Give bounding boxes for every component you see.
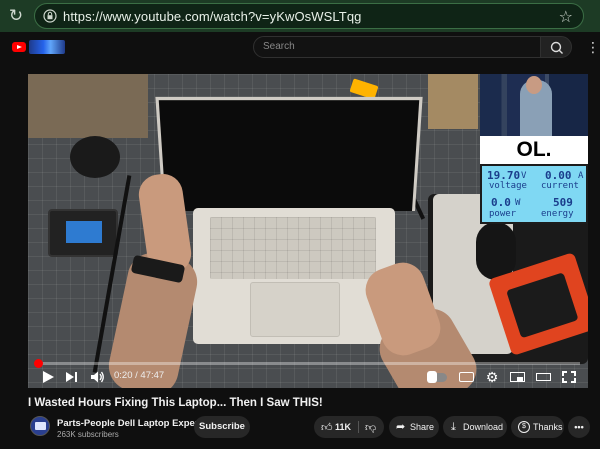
thanks-button[interactable]: $ Thanks	[511, 416, 564, 438]
subscriber-count: 263K subscribers	[57, 430, 119, 439]
download-button[interactable]: ⤓ Download	[443, 416, 507, 438]
thumbs-up-icon: 👍︎	[321, 422, 333, 434]
video-scene-meter	[48, 209, 118, 257]
youtube-header: Search ⋮	[0, 32, 600, 62]
lcd-voltage-unit: V	[521, 171, 527, 181]
search-icon[interactable]	[541, 37, 573, 59]
download-label: Download	[463, 422, 504, 432]
video-scene-keyboard	[210, 217, 376, 279]
progress-scrubber-handle[interactable]	[34, 359, 43, 368]
thanks-label: Thanks	[533, 422, 563, 432]
search-placeholder[interactable]: Search	[263, 41, 295, 52]
lcd-current-label: current	[541, 181, 579, 191]
search-input[interactable]: Search	[253, 36, 541, 58]
share-button[interactable]: ➦ Share	[389, 416, 439, 438]
miniplayer-button[interactable]	[509, 368, 527, 386]
next-button[interactable]	[64, 368, 80, 386]
video-scene-ball	[70, 136, 120, 178]
lcd-power-value: 0.0	[491, 196, 511, 209]
lock-icon[interactable]	[43, 9, 57, 23]
play-button[interactable]	[40, 368, 56, 386]
channel-name[interactable]: Parts-People Dell Laptop Experts	[57, 418, 207, 429]
like-dislike-group: 👍︎ 11K 👎︎	[314, 416, 384, 438]
youtube-logo-icon[interactable]	[12, 42, 26, 52]
menu-kebab-icon[interactable]: ⋮	[586, 38, 600, 56]
search-button[interactable]	[540, 36, 572, 58]
captions-icon	[459, 372, 474, 382]
video-scene-box	[428, 74, 478, 129]
star-icon[interactable]: ☆	[559, 7, 573, 27]
url-text[interactable]: https://www.youtube.com/watch?v=yKwOsWSL…	[63, 9, 361, 24]
subscribe-button[interactable]: Subscribe	[194, 416, 250, 438]
share-icon: ➦	[396, 421, 406, 433]
thanks-icon: $	[518, 421, 530, 433]
usb-meter-display: 19.70 V 0.00 A voltage current 0.0 W 509…	[480, 164, 588, 224]
thumbs-down-icon[interactable]: 👎︎	[365, 417, 376, 439]
gear-icon: ⚙	[485, 369, 499, 385]
video-scene-mouse	[476, 222, 516, 280]
volume-icon	[91, 371, 104, 383]
video-title: I Wasted Hours Fixing This Laptop... The…	[28, 397, 323, 409]
next-icon	[66, 372, 74, 382]
address-bar[interactable]: https://www.youtube.com/watch?v=yKwOsWSL…	[34, 3, 584, 29]
video-scene-laptop-screen	[155, 96, 423, 211]
browser-toolbar: ↻ https://www.youtube.com/watch?v=yKwOsW…	[0, 0, 600, 32]
fullscreen-button[interactable]	[561, 368, 577, 386]
theater-icon	[536, 373, 551, 381]
autoplay-toggle[interactable]	[427, 368, 449, 386]
lcd-power-label: power	[489, 209, 517, 219]
video-scene-shelf	[28, 74, 148, 138]
theater-button[interactable]	[535, 368, 553, 386]
reload-icon[interactable]: ↻	[6, 6, 26, 26]
channel-avatar[interactable]	[30, 416, 50, 436]
share-label: Share	[410, 422, 435, 432]
progress-bar[interactable]	[36, 362, 580, 365]
settings-button[interactable]: ⚙	[484, 368, 500, 386]
lcd-energy-value: 509	[553, 196, 573, 209]
video-pip-presenter	[480, 74, 588, 136]
more-actions-button[interactable]: •••	[568, 416, 590, 438]
youtube-doodle[interactable]	[29, 40, 65, 54]
download-icon: ⤓	[451, 421, 456, 433]
lcd-current-unit: A	[578, 171, 584, 181]
volume-button[interactable]	[89, 368, 105, 386]
lcd-energy-label: energy	[541, 209, 574, 219]
like-count: 11K	[335, 422, 352, 432]
video-scene-touchpad	[250, 282, 340, 337]
play-icon	[43, 371, 54, 383]
time-display: 0:20 / 47:47	[114, 370, 165, 381]
lcd-voltage-label: voltage	[489, 181, 527, 191]
video-player[interactable]: OL. 19.70 V 0.00 A voltage current 0.0 W…	[28, 74, 588, 388]
lcd-power-unit: W	[515, 198, 521, 208]
overlay-ol-text: OL.	[516, 138, 552, 161]
overlay-ol-box: OL.	[480, 136, 588, 164]
like-button[interactable]: 👍︎ 11K	[314, 416, 358, 438]
captions-button[interactable]	[458, 368, 476, 386]
